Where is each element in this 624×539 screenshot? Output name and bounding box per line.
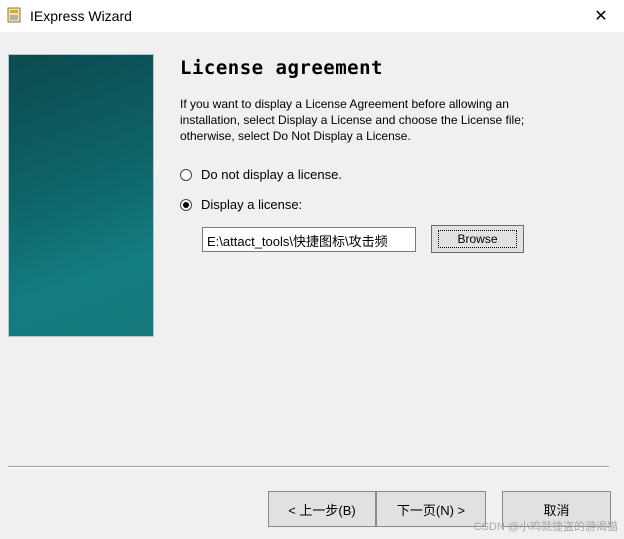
radio-do-not-display[interactable]: Do not display a license. bbox=[180, 167, 342, 182]
window-title: IExpress Wizard bbox=[30, 8, 132, 24]
next-button[interactable]: 下一页(N) > bbox=[376, 491, 486, 527]
page-title: License agreement bbox=[180, 57, 383, 79]
license-file-field[interactable]: E:\attact_tools\快捷图标\攻击频 bbox=[202, 227, 416, 252]
radio-label: Do not display a license. bbox=[201, 167, 342, 182]
divider bbox=[8, 466, 609, 468]
close-button[interactable]: ✕ bbox=[578, 0, 624, 32]
radio-button-icon[interactable] bbox=[180, 198, 192, 211]
page-description: If you want to display a License Agreeme… bbox=[180, 97, 525, 143]
wizard-side-banner bbox=[8, 54, 154, 337]
radio-label: Display a license: bbox=[201, 197, 303, 212]
radio-button-icon[interactable] bbox=[180, 168, 192, 181]
radio-display-license[interactable]: Display a license: bbox=[180, 197, 302, 212]
back-button[interactable]: < 上一步(B) bbox=[268, 491, 376, 527]
iexpress-app-icon bbox=[7, 7, 21, 23]
browse-button-label: Browse bbox=[438, 230, 517, 248]
watermark: CSDN @小鸡就捷盗的游渴猫 bbox=[473, 521, 618, 533]
close-icon: ✕ bbox=[594, 8, 608, 25]
title-bar: IExpress Wizard ✕ bbox=[0, 0, 624, 32]
browse-button[interactable]: Browse bbox=[431, 225, 524, 253]
